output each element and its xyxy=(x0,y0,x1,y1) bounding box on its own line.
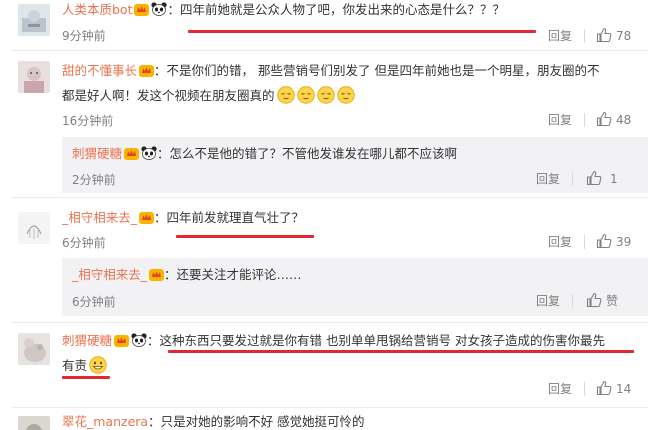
action-divider xyxy=(572,294,573,308)
comment-item: 甜的不懂事长 ：不是你们的错， 那些营销号们别发了 但是四年前她也是一个明星，朋友… xyxy=(0,51,648,197)
username[interactable]: 刺猬硬糖 xyxy=(62,333,112,348)
action-divider xyxy=(584,113,585,127)
reply-text: 还要关注才能评论…… xyxy=(176,267,302,282)
avatar[interactable] xyxy=(18,416,50,430)
like-count: 39 xyxy=(616,235,632,249)
reply-button[interactable]: 回复 xyxy=(548,27,572,45)
thumb-up-icon xyxy=(596,233,612,249)
separator-colon: ： xyxy=(154,210,167,225)
like-count: 赞 xyxy=(606,294,619,308)
like-count: 48 xyxy=(616,113,632,127)
avatar[interactable] xyxy=(18,61,50,93)
like-button[interactable]: 赞 xyxy=(586,292,618,310)
highlight-underline xyxy=(168,350,634,353)
comment-item: 人类本质bot ：四年前她就是公众人物了吧，你发出来的心态是什么？？？ 9分钟前 … xyxy=(0,0,648,50)
vip-crown-badge-icon xyxy=(149,269,165,281)
separator-colon: ： xyxy=(148,414,161,429)
like-button[interactable]: 1 xyxy=(586,170,618,188)
action-divider xyxy=(584,29,585,43)
reply-button[interactable]: 回复 xyxy=(548,380,572,398)
comment-text: 都是好人啊！发这个视频在朋友圈真的 xyxy=(62,88,275,103)
vip-crown-badge-icon xyxy=(114,335,130,347)
highlight-underline xyxy=(62,376,110,379)
comment-text: 这种东西只要发过就是你有错 也别单单甩锅给营销号 对女孩子造成的伤害你最先 xyxy=(159,333,605,348)
action-divider xyxy=(572,172,573,186)
panda-emoji-icon xyxy=(151,2,168,16)
vip-crown-badge-icon xyxy=(124,148,140,160)
separator-colon: ： xyxy=(157,146,170,161)
comment-text: 只是对她的影响不好 感觉她挺可怜的 xyxy=(160,414,365,429)
panda-emoji-icon xyxy=(141,146,157,160)
separator-colon: ： xyxy=(147,333,160,348)
username[interactable]: _相守相来去_ xyxy=(62,210,137,225)
panda-emoji-icon xyxy=(131,333,147,347)
username[interactable]: _相守相来去_ xyxy=(72,267,147,282)
like-count: 78 xyxy=(616,29,632,43)
reply-thread: _相守相来去_ ：还要关注才能评论…… 6分钟前 回复 赞 xyxy=(62,258,648,316)
like-button[interactable]: 14 xyxy=(596,380,631,398)
like-button[interactable]: 78 xyxy=(596,27,631,45)
thumb-up-icon xyxy=(586,170,602,186)
reply-button[interactable]: 回复 xyxy=(536,170,560,188)
like-button[interactable]: 48 xyxy=(596,111,631,129)
reply-text: 怎么不是他的错了？不管他发谁发在哪儿都不应该啊 xyxy=(169,146,458,161)
thumb-up-icon xyxy=(586,292,602,308)
avatar[interactable] xyxy=(18,333,50,365)
comment-item: 刺猬硬糖 ：这种东西只要发过就是你有错 也别单单甩锅给营销号 对女孩子造成的伤害你… xyxy=(0,323,648,407)
reply-button[interactable]: 回复 xyxy=(536,292,560,310)
username[interactable]: 翠花_manzera xyxy=(62,414,148,429)
reply-button[interactable]: 回复 xyxy=(548,233,572,251)
username[interactable]: 刺猬硬糖 xyxy=(72,146,122,161)
sleepy-emoji-icon xyxy=(296,86,315,104)
comment-text: 有责 xyxy=(62,358,88,373)
thumb-up-icon xyxy=(596,111,612,127)
comment-text: 不是你们的错， 那些营销号们别发了 但是四年前她也是一个明星，朋友圈的不 xyxy=(166,63,600,78)
separator-colon: ： xyxy=(154,63,167,78)
separator-colon: ： xyxy=(167,2,180,17)
comment-item: _相守相来去_ ：四年前发就理直气壮了？ 6分钟前 回复 39 _相守相来去_ ：还… xyxy=(0,198,648,322)
sleepy-emoji-icon xyxy=(316,86,335,104)
action-divider xyxy=(584,235,585,249)
sleepy-emoji-icon xyxy=(336,86,355,104)
reply-button[interactable]: 回复 xyxy=(548,111,572,129)
comment-item: 翠花_manzera：只是对她的影响不好 感觉她挺可怜的 xyxy=(0,408,648,430)
username[interactable]: 人类本质bot xyxy=(62,2,132,17)
like-count: 1 xyxy=(610,172,618,186)
thumb-up-icon xyxy=(596,380,612,396)
comment-text: 四年前她就是公众人物了吧，你发出来的心态是什么？？？ xyxy=(180,2,506,17)
comment-text: 四年前发就理直气壮了？ xyxy=(166,210,305,225)
separator-colon: ： xyxy=(164,267,177,282)
vip-crown-badge-icon xyxy=(139,212,155,224)
action-divider xyxy=(584,382,585,396)
like-button[interactable]: 39 xyxy=(596,233,631,251)
grin-emoji-icon xyxy=(89,356,107,374)
vip-crown-badge-icon xyxy=(134,4,150,16)
username[interactable]: 甜的不懂事长 xyxy=(62,63,137,78)
reply-thread: 刺猬硬糖 ：怎么不是他的错了？不管他发谁发在哪儿都不应该啊 2分钟前 回复 1 xyxy=(62,137,648,193)
like-count: 14 xyxy=(616,382,632,396)
thumb-up-icon xyxy=(596,27,612,43)
vip-crown-badge-icon xyxy=(139,65,155,77)
sleepy-emoji-icon xyxy=(276,86,295,104)
